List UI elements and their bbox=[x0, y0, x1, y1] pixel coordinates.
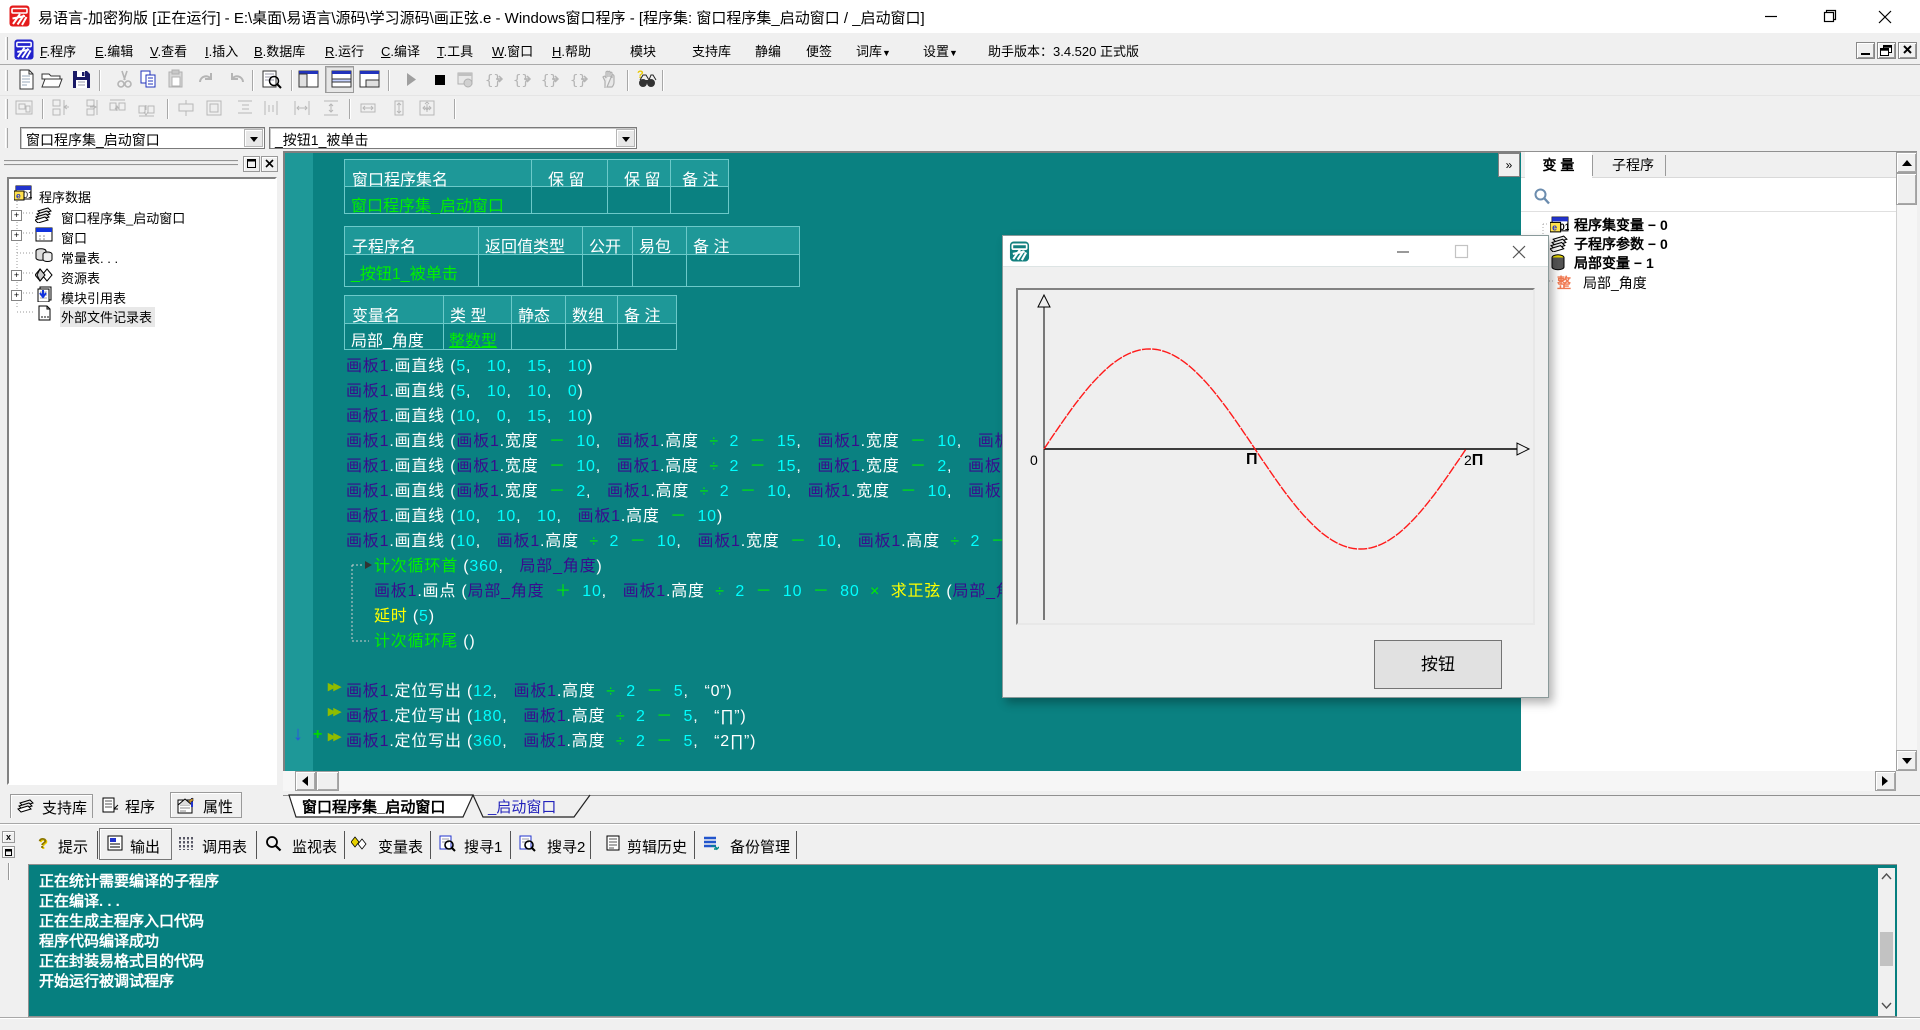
svg-text:?: ? bbox=[38, 835, 47, 852]
svg-text:e: e bbox=[1552, 222, 1557, 232]
svg-text:e: e bbox=[16, 191, 21, 201]
